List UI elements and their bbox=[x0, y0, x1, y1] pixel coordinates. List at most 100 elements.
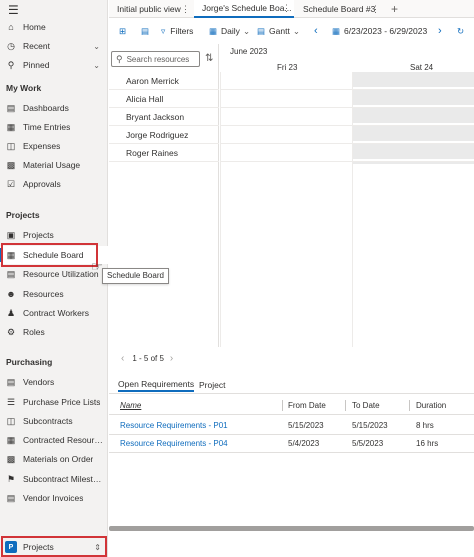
more-icon[interactable]: ⋮ bbox=[371, 4, 380, 15]
resource-row[interactable]: Roger Raines bbox=[109, 144, 219, 162]
column-header-duration[interactable]: Duration bbox=[416, 401, 446, 410]
tab-schedule-board-3[interactable]: Schedule Board #3 ⋮ bbox=[295, 0, 383, 18]
sidebar-item-purchase-price-lists[interactable]: ☰ Purchase Price Lists bbox=[0, 393, 108, 411]
next-page-icon[interactable]: › bbox=[170, 353, 173, 364]
pager: ‹ 1 - 5 of 5 › bbox=[109, 350, 474, 366]
resource-row[interactable]: Alicia Hall bbox=[109, 90, 219, 108]
timeline-row[interactable] bbox=[220, 126, 474, 144]
sidebar-item-label: Approvals bbox=[23, 179, 61, 189]
resource-name: Roger Raines bbox=[126, 147, 178, 158]
table-row[interactable]: Resource Requirements - P04 5/4/2023 5/5… bbox=[109, 434, 474, 453]
sidebar-item-subcontract-milestones[interactable]: ⚑ Subcontract Mileston... bbox=[0, 470, 108, 488]
tab-label: Schedule Board #3 bbox=[303, 4, 376, 14]
timeline-row[interactable] bbox=[220, 72, 474, 90]
sidebar-item-label: Resources bbox=[23, 289, 64, 299]
timeline-row[interactable] bbox=[220, 144, 474, 162]
sidebar-item-pinned[interactable]: ⚲ Pinned ⌄ bbox=[0, 56, 108, 74]
sidebar-item-label: Subcontracts bbox=[23, 416, 73, 426]
resource-name: Jorge Rodriguez bbox=[126, 129, 189, 140]
refresh-icon[interactable]: ↻ bbox=[457, 23, 464, 39]
tab-open-requirements[interactable]: Open Requirements bbox=[118, 377, 195, 392]
timeline-row[interactable] bbox=[220, 90, 474, 108]
tab-project[interactable]: Project bbox=[199, 377, 225, 392]
tab-initial-public-view[interactable]: Initial public view ⋮ bbox=[109, 0, 193, 18]
sidebar-item-material-usage[interactable]: ▩ Material Usage bbox=[0, 156, 108, 174]
previous-icon[interactable]: ‹ bbox=[314, 23, 318, 39]
filter-icon: ▿ bbox=[161, 25, 166, 36]
approval-icon: ☑ bbox=[6, 178, 16, 189]
column-header-from-date[interactable]: From Date bbox=[288, 401, 326, 410]
to-date-cell: 5/15/2023 bbox=[352, 421, 388, 430]
timeline-row[interactable] bbox=[220, 108, 474, 126]
tab-jorges-schedule-board[interactable]: Jorge's Schedule Boa... ⋮ bbox=[194, 0, 294, 18]
new-booking-icon[interactable]: ⊞ bbox=[119, 23, 126, 39]
sidebar-item-vendor-invoices[interactable]: ▤ Vendor Invoices bbox=[0, 489, 108, 507]
chevron-down-icon: ⌄ bbox=[292, 25, 300, 36]
home-icon: ⌂ bbox=[8, 22, 14, 32]
resource-row[interactable]: Aaron Merrick bbox=[109, 72, 219, 90]
more-icon[interactable]: ⋮ bbox=[181, 4, 190, 15]
view-daily-dropdown[interactable]: ▦ Daily ⌄ bbox=[209, 23, 250, 39]
sidebar: ☰ ⌂ Home ◷ Recent ⌄ ⚲ Pinned ⌄ My Work ▤… bbox=[0, 0, 108, 557]
from-date-cell: 5/15/2023 bbox=[288, 421, 324, 430]
filters-button[interactable]: ▿ Filters bbox=[161, 23, 193, 39]
sort-icon[interactable]: ⇅ bbox=[205, 53, 213, 64]
invoice-icon: ▤ bbox=[6, 492, 16, 503]
column-header-to-date[interactable]: To Date bbox=[352, 401, 380, 410]
mode-label: Gantt bbox=[269, 26, 290, 36]
gantt-dropdown[interactable]: ▤ Gantt ⌄ bbox=[257, 23, 300, 39]
previous-page-icon[interactable]: ‹ bbox=[121, 353, 124, 364]
sidebar-item-label: Projects bbox=[23, 230, 54, 240]
sidebar-item-recent[interactable]: ◷ Recent ⌄ bbox=[0, 37, 108, 55]
sidebar-item-label: Resource Utilization bbox=[23, 269, 99, 279]
chevron-down-icon[interactable]: ⌄ bbox=[93, 61, 100, 70]
sidebar-item-resources[interactable]: ☻ Resources bbox=[0, 285, 108, 303]
tab-label: Initial public view bbox=[117, 4, 181, 14]
vendor-icon: ▤ bbox=[6, 376, 16, 387]
chevron-down-icon[interactable]: ⌄ bbox=[93, 42, 100, 51]
sidebar-item-projects[interactable]: ▣ Projects bbox=[0, 226, 108, 244]
add-tab-icon[interactable]: + bbox=[383, 0, 401, 18]
horizontal-scrollbar[interactable] bbox=[109, 526, 474, 531]
sidebar-item-subcontracts[interactable]: ◫ Subcontracts bbox=[0, 412, 108, 430]
requirement-name-link[interactable]: Resource Requirements - P04 bbox=[120, 439, 228, 448]
sidebar-item-label: Roles bbox=[23, 327, 45, 337]
view-label: Daily bbox=[221, 26, 240, 36]
resource-row[interactable]: Bryant Jackson bbox=[109, 108, 219, 126]
worker-icon: ♟ bbox=[6, 307, 16, 318]
sidebar-item-label: Pinned bbox=[23, 60, 50, 70]
duration-cell: 16 hrs bbox=[416, 439, 439, 448]
role-icon: ⚙ bbox=[6, 326, 16, 337]
tab-label: Jorge's Schedule Boa... bbox=[202, 3, 292, 13]
sidebar-item-time-entries[interactable]: ▦ Time Entries bbox=[0, 118, 108, 136]
calendar-clock-icon: ▦ bbox=[6, 121, 16, 132]
sidebar-item-approvals[interactable]: ☑ Approvals bbox=[0, 175, 108, 193]
sidebar-item-expenses[interactable]: ◫ Expenses bbox=[0, 137, 108, 155]
sidebar-item-label: Material Usage bbox=[23, 160, 81, 170]
pin-icon: ⚲ bbox=[7, 59, 15, 70]
contract-icon: ▦ bbox=[6, 434, 16, 445]
sidebar-item-contracted-resources[interactable]: ▦ Contracted Resource... bbox=[0, 431, 108, 449]
sidebar-item-materials-on-order[interactable]: ▩ Materials on Order bbox=[0, 450, 108, 468]
clock-icon: ◷ bbox=[7, 40, 15, 51]
next-icon[interactable]: › bbox=[438, 23, 442, 39]
more-icon[interactable]: ⋮ bbox=[282, 3, 291, 14]
hamburger-menu-icon[interactable]: ☰ bbox=[8, 3, 19, 17]
column-header-name[interactable]: Name bbox=[120, 401, 141, 410]
sidebar-item-label: Recent bbox=[23, 41, 50, 51]
day-header: Fri 23 bbox=[277, 63, 298, 72]
chevron-down-icon: ⌄ bbox=[242, 25, 251, 36]
details-icon[interactable]: ▤ bbox=[141, 23, 149, 39]
sidebar-item-vendors[interactable]: ▤ Vendors bbox=[0, 373, 108, 391]
section-heading-purchasing: Purchasing bbox=[6, 357, 53, 367]
search-input[interactable]: ⚲ Search resources bbox=[111, 51, 200, 67]
date-range-picker[interactable]: ▦ 6/23/2023 - 6/29/2023 bbox=[332, 23, 427, 39]
table-row[interactable]: Resource Requirements - P01 5/15/2023 5/… bbox=[109, 416, 474, 435]
resource-row[interactable]: Jorge Rodriguez bbox=[109, 126, 219, 144]
sidebar-item-home[interactable]: ⌂ Home bbox=[0, 18, 108, 36]
sidebar-item-dashboards[interactable]: ▤ Dashboards bbox=[0, 99, 108, 117]
resource-name: Alicia Hall bbox=[126, 93, 164, 104]
requirement-name-link[interactable]: Resource Requirements - P01 bbox=[120, 421, 228, 430]
sidebar-item-contract-workers[interactable]: ♟ Contract Workers bbox=[0, 304, 108, 322]
sidebar-item-roles[interactable]: ⚙ Roles bbox=[0, 323, 108, 341]
